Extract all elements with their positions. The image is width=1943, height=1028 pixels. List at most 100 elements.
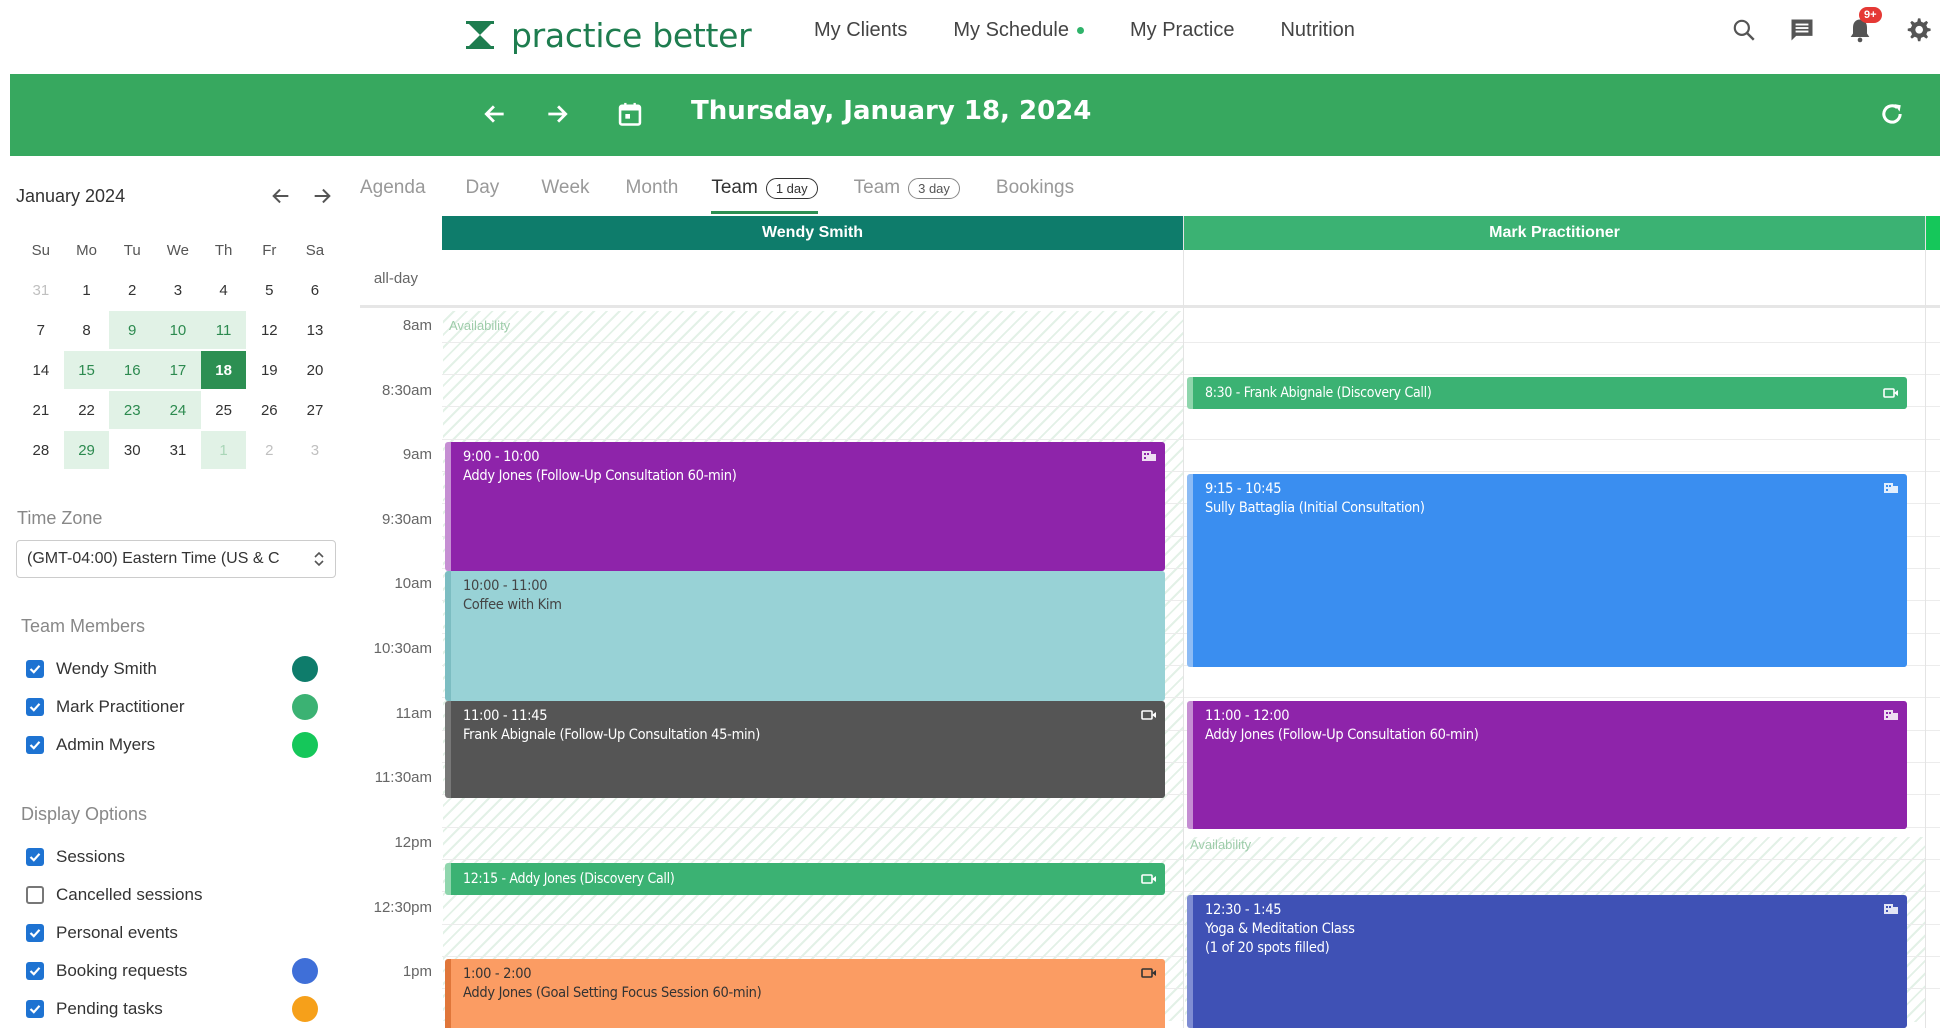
- mini-calendar-day[interactable]: 26: [246, 391, 292, 429]
- team-member-mark-practitioner[interactable]: Mark Practitioner: [26, 692, 346, 722]
- tab-label: Team: [711, 177, 758, 198]
- mini-calendar-day[interactable]: 15: [63, 351, 110, 389]
- mini-calendar-day[interactable]: 17: [155, 351, 201, 389]
- mini-calendar-day[interactable]: 13: [292, 311, 338, 349]
- mini-calendar-day[interactable]: 24: [155, 391, 201, 429]
- calendar-picker-icon[interactable]: [610, 94, 650, 134]
- mini-calendar-day[interactable]: 14: [18, 351, 64, 389]
- mini-calendar-day[interactable]: 7: [18, 311, 64, 349]
- mini-calendar-day[interactable]: 28: [18, 431, 64, 469]
- mini-calendar-day[interactable]: 21: [18, 391, 64, 429]
- checkbox-checked-icon[interactable]: [26, 1000, 44, 1018]
- mini-calendar-selected-day[interactable]: 18: [200, 351, 247, 389]
- mini-calendar-day[interactable]: 11: [200, 311, 247, 349]
- messages-icon[interactable]: [1783, 11, 1821, 49]
- notification-badge: 9+: [1859, 7, 1882, 23]
- event-title: 12:15 - Addy Jones (Discovery Call): [463, 870, 675, 887]
- mini-calendar-day[interactable]: 6: [292, 271, 338, 309]
- tab-week[interactable]: Week: [541, 168, 589, 208]
- mini-calendar-day[interactable]: 25: [201, 391, 247, 429]
- nav-my-practice[interactable]: My Practice: [1130, 19, 1234, 42]
- checkbox-checked-icon[interactable]: [26, 660, 44, 678]
- tab-team-3-day[interactable]: Team 3 day: [854, 168, 960, 208]
- mini-calendar-day[interactable]: 12: [246, 311, 292, 349]
- time-label: 11:30am: [374, 769, 432, 786]
- mini-calendar-day[interactable]: 1: [64, 271, 110, 309]
- display-option-pending-tasks[interactable]: Pending tasks: [26, 994, 346, 1024]
- mini-calendar-day[interactable]: 2: [246, 431, 292, 469]
- event-addy-jones-goal-setting[interactable]: 1:00 - 2:00 Addy Jones (Goal Setting Foc…: [445, 959, 1165, 1028]
- nav-my-clients[interactable]: My Clients: [814, 19, 907, 42]
- team-member-admin-myers[interactable]: Admin Myers: [26, 730, 346, 760]
- checkbox-checked-icon[interactable]: [26, 698, 44, 716]
- tab-team-1-day[interactable]: Team 1 day: [711, 168, 818, 214]
- mini-calendar-day[interactable]: 30: [109, 431, 155, 469]
- mini-calendar-day[interactable]: 27: [292, 391, 338, 429]
- checkbox-checked-icon[interactable]: [26, 848, 44, 866]
- display-option-label: Pending tasks: [56, 999, 163, 1018]
- mini-calendar-day[interactable]: 16: [109, 351, 156, 389]
- display-option-label: Sessions: [56, 847, 125, 866]
- video-call-icon: [1883, 388, 1898, 398]
- mini-calendar-day[interactable]: 31: [155, 431, 201, 469]
- weekday-label: Sa: [305, 241, 325, 259]
- mini-calendar-day[interactable]: 29: [63, 431, 110, 469]
- mini-calendar-prev-icon[interactable]: [265, 180, 297, 212]
- notifications-bell-icon[interactable]: 9+: [1841, 7, 1882, 49]
- checkbox-unchecked-icon[interactable]: [26, 886, 44, 904]
- event-coffee-with-kim[interactable]: 10:00 - 11:00 Coffee with Kim: [445, 571, 1165, 701]
- next-day-arrow-icon[interactable]: [537, 94, 577, 134]
- mini-calendar-week: 31 1 2 3 4 5 6: [18, 270, 338, 310]
- tab-day[interactable]: Day: [466, 168, 500, 208]
- mini-calendar-day[interactable]: 4: [201, 271, 247, 309]
- nav-nutrition[interactable]: Nutrition: [1280, 19, 1354, 42]
- tab-agenda[interactable]: Agenda: [360, 168, 426, 208]
- display-option-sessions[interactable]: Sessions: [26, 842, 346, 872]
- brand-logo[interactable]: practice better: [463, 10, 752, 60]
- mini-calendar-day[interactable]: 3: [292, 431, 338, 469]
- mini-calendar-day[interactable]: 22: [64, 391, 110, 429]
- team-member-wendy-smith[interactable]: Wendy Smith: [26, 654, 346, 684]
- mini-calendar-day[interactable]: 10: [155, 311, 201, 349]
- time-label: 1pm: [402, 963, 432, 980]
- nav-my-schedule[interactable]: My Schedule: [953, 19, 1084, 42]
- pending-tasks-color-dot: [292, 996, 318, 1022]
- event-addy-jones-discovery-call[interactable]: 12:15 - Addy Jones (Discovery Call): [445, 863, 1165, 895]
- mini-calendar-day[interactable]: 31: [18, 271, 64, 309]
- event-frank-abignale-discovery-call[interactable]: 8:30 - Frank Abignale (Discovery Call): [1187, 377, 1907, 409]
- tab-bookings[interactable]: Bookings: [996, 168, 1074, 208]
- event-sully-battaglia-initial[interactable]: 9:15 - 10:45 Sully Battaglia (Initial Co…: [1187, 474, 1907, 667]
- mini-calendar-day[interactable]: 9: [109, 311, 156, 349]
- display-option-booking-requests[interactable]: Booking requests: [26, 956, 346, 986]
- event-yoga-meditation-class[interactable]: 12:30 - 1:45 Yoga & Meditation Class (1 …: [1187, 895, 1907, 1028]
- mini-calendar-day[interactable]: 19: [246, 351, 292, 389]
- select-updown-icon: [314, 551, 324, 567]
- previous-day-arrow-icon[interactable]: [475, 94, 515, 134]
- event-frank-abignale-followup-45[interactable]: 11:00 - 11:45 Frank Abignale (Follow-Up …: [445, 701, 1165, 798]
- event-addy-jones-followup-60[interactable]: 9:00 - 10:00 Addy Jones (Follow-Up Consu…: [445, 442, 1165, 571]
- mini-calendar-next-icon[interactable]: [306, 180, 338, 212]
- mini-calendar-day[interactable]: 1: [200, 431, 247, 469]
- checkbox-checked-icon[interactable]: [26, 736, 44, 754]
- time-zone-select[interactable]: (GMT-04:00) Eastern Time (US & C: [16, 540, 336, 578]
- search-icon[interactable]: [1725, 11, 1763, 49]
- display-option-cancelled-sessions[interactable]: Cancelled sessions: [26, 880, 346, 910]
- checkbox-checked-icon[interactable]: [26, 962, 44, 980]
- main-nav: My Clients My Schedule My Practice Nutri…: [814, 14, 1401, 46]
- active-tab-underline: [711, 211, 818, 214]
- checkbox-checked-icon[interactable]: [26, 924, 44, 942]
- event-addy-jones-followup-60-mark[interactable]: 11:00 - 12:00 Addy Jones (Follow-Up Cons…: [1187, 701, 1907, 829]
- all-day-row[interactable]: all-day: [360, 250, 1940, 308]
- tab-month[interactable]: Month: [626, 168, 679, 208]
- settings-gear-icon[interactable]: [1899, 11, 1937, 49]
- availability-label: Availability: [1190, 837, 1252, 852]
- mini-calendar-day[interactable]: 5: [246, 271, 292, 309]
- refresh-icon[interactable]: [1872, 94, 1912, 134]
- mini-calendar-day[interactable]: 23: [109, 391, 156, 429]
- mini-calendar-day[interactable]: 2: [109, 271, 155, 309]
- display-option-personal-events[interactable]: Personal events: [26, 918, 346, 948]
- mini-calendar-day[interactable]: 8: [64, 311, 110, 349]
- mini-calendar-day[interactable]: 20: [292, 351, 338, 389]
- event-title: Addy Jones (Goal Setting Focus Session 6…: [463, 985, 762, 1001]
- mini-calendar-day[interactable]: 3: [155, 271, 201, 309]
